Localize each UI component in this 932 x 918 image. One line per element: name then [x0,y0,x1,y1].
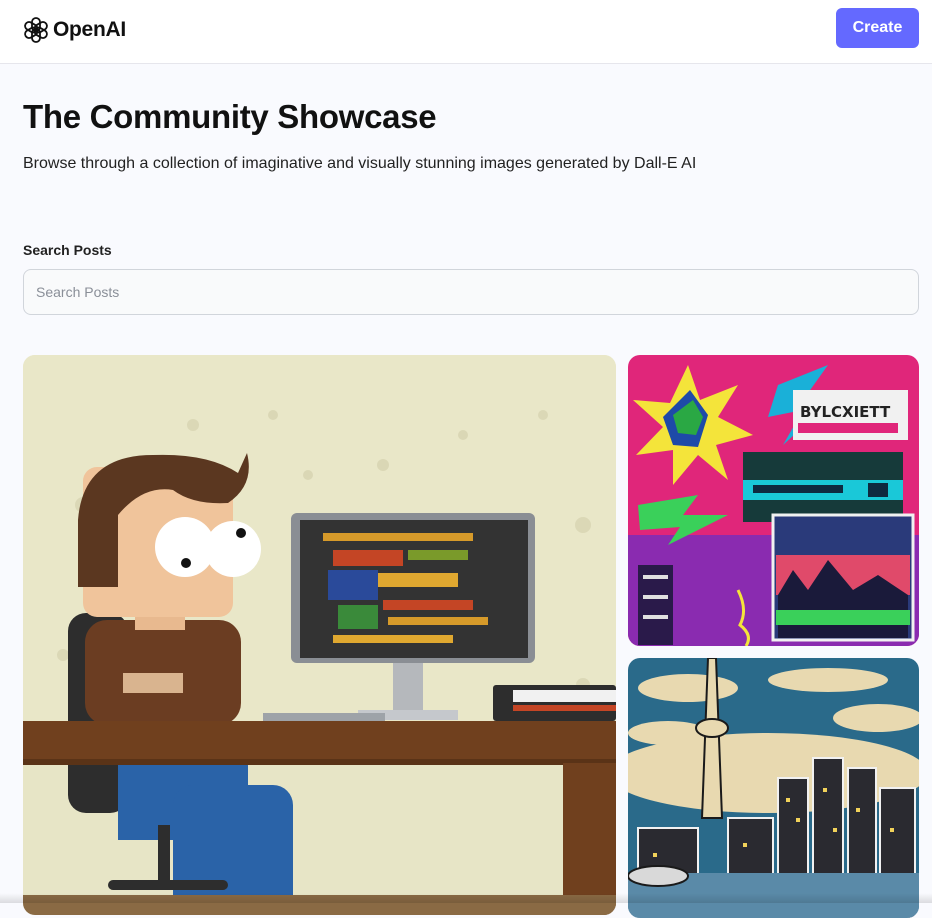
gallery-card-neon[interactable]: BYLCXIETT [628,355,919,646]
top-navbar: OpenAI Create [0,0,932,64]
openai-knot-icon [24,17,48,43]
city-skyline-image [628,658,919,918]
page-title: The Community Showcase [23,98,437,135]
neon-sign-text: BYLCXIETT [800,403,891,421]
openai-logo[interactable]: OpenAI [22,12,126,48]
gallery-card-developer[interactable] [23,355,616,915]
neon-collage-image: BYLCXIETT [628,355,919,646]
page-subtitle: Browse through a collection of imaginati… [23,155,697,172]
gallery-card-skyline[interactable] [628,658,919,918]
search-input[interactable] [23,269,919,315]
developer-illustration-image [23,355,616,915]
logo-text: OpenAI [53,18,126,41]
scroll-shadow [0,893,932,903]
search-label: Search Posts [23,242,112,258]
create-button[interactable]: Create [836,8,919,48]
